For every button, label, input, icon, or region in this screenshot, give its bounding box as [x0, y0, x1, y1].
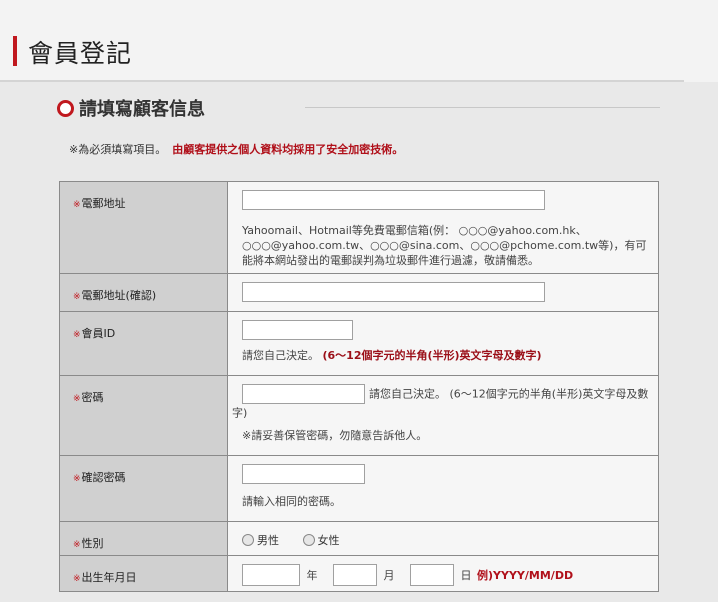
member-id-label-text: 會員ID [81, 327, 116, 340]
password-confirm-label: ※確認密碼 [59, 455, 228, 522]
gender-male-label: 男性 [257, 534, 279, 547]
member-id-note: 請您自己決定。 (6～12個字元的半角(半形)英文字母及數字) [242, 348, 654, 363]
gender-female-label: 女性 [317, 534, 340, 547]
password-confirm-note: 請輸入相同的密碼。 [242, 495, 341, 508]
page-title: 會員登記 [28, 39, 133, 68]
birthday-label-text: 出生年月日 [81, 571, 137, 584]
birthday-label: ※出生年月日 [59, 555, 228, 592]
birthday-cell: 年 月 日 例)YYYY/MM/DD [227, 555, 659, 592]
row-member-id: ※會員ID 請您自己決定。 (6～12個字元的半角(半形)英文字母及數字) [59, 311, 659, 376]
required-mark: ※ [73, 474, 81, 484]
required-mark: ※ [73, 540, 81, 550]
row-email: ※電郵地址 Yahoomail、Hotmail等免費電郵信箱(例： ○○○@ya… [59, 181, 659, 274]
gender-cell: 男性 女性 [227, 521, 659, 556]
month-label: 月 [383, 569, 395, 582]
page-header: 會員登記 [0, 0, 718, 82]
required-mark: ※ [73, 200, 81, 210]
row-password-confirm: ※確認密碼 請輸入相同的密碼。 [59, 455, 659, 522]
email-input[interactable] [242, 190, 545, 210]
birth-day-input[interactable] [410, 564, 454, 586]
member-id-input[interactable] [242, 320, 353, 340]
birth-year-input[interactable] [242, 564, 300, 586]
required-mark: ※ [73, 292, 81, 302]
password-input[interactable] [242, 384, 365, 404]
email-cell: Yahoomail、Hotmail等免費電郵信箱(例： ○○○@yahoo.co… [227, 181, 659, 274]
required-notice-text: ※為必須填寫項目。 [69, 143, 167, 156]
header-accent-bar [13, 36, 17, 66]
member-id-note-prefix: 請您自己決定。 [242, 349, 319, 362]
required-notice: ※為必須填寫項目。 由顧客提供之個人資料均採用了安全加密技術。 [69, 141, 403, 157]
row-gender: ※性別 男性 女性 [59, 521, 659, 556]
gender-label: ※性別 [59, 521, 228, 556]
birthday-format-example: 例)YYYY/MM/DD [477, 569, 574, 582]
password-warning: ※請妥善保管密碼，勿隨意告訴他人。 [242, 428, 428, 442]
required-mark: ※ [73, 330, 81, 340]
registration-form: ※電郵地址 Yahoomail、Hotmail等免費電郵信箱(例： ○○○@ya… [59, 181, 659, 592]
secure-notice-text: 由顧客提供之個人資料均採用了安全加密技術。 [172, 143, 404, 156]
password-confirm-cell: 請輸入相同的密碼。 [227, 455, 659, 522]
email-confirm-input[interactable] [242, 282, 545, 302]
member-id-cell: 請您自己決定。 (6～12個字元的半角(半形)英文字母及數字) [227, 311, 659, 376]
day-label: 日 [460, 569, 472, 582]
password-line: 請您自己決定。 (6～12個字元的半角(半形)英文字母及數字) [232, 384, 654, 422]
email-confirm-label: ※電郵地址(確認) [59, 273, 228, 312]
member-id-label: ※會員ID [59, 311, 228, 376]
email-note: Yahoomail、Hotmail等免費電郵信箱(例： ○○○@yahoo.co… [242, 224, 647, 267]
row-birthday: ※出生年月日 年 月 日 例)YYYY/MM/DD [59, 555, 659, 592]
section-divider [305, 107, 660, 108]
gender-label-text: 性別 [81, 537, 104, 550]
email-confirm-cell [227, 273, 659, 312]
birth-month-input[interactable] [333, 564, 377, 586]
row-email-confirm: ※電郵地址(確認) [59, 273, 659, 312]
email-confirm-label-text: 電郵地址(確認) [81, 289, 157, 302]
year-label: 年 [306, 569, 318, 582]
header-divider [0, 80, 684, 82]
registration-page: 會員登記 請填寫顧客信息 ※為必須填寫項目。 由顧客提供之個人資料均採用了安全加密… [0, 0, 718, 602]
password-cell: 請您自己決定。 (6～12個字元的半角(半形)英文字母及數字) ※請妥善保管密碼… [227, 375, 659, 456]
password-label: ※密碼 [59, 375, 228, 456]
required-mark: ※ [73, 574, 81, 584]
required-mark: ※ [73, 394, 81, 404]
password-label-text: 密碼 [81, 391, 104, 404]
password-confirm-label-text: 確認密碼 [81, 471, 126, 484]
member-id-note-rule: (6～12個字元的半角(半形)英文字母及數字) [322, 349, 542, 362]
password-confirm-input[interactable] [242, 464, 365, 484]
gender-female-radio[interactable] [302, 534, 315, 546]
row-password: ※密碼 請您自己決定。 (6～12個字元的半角(半形)英文字母及數字) ※請妥善… [59, 375, 659, 456]
email-label: ※電郵地址 [59, 181, 228, 274]
section-title: 請填寫顧客信息 [79, 99, 205, 120]
gender-male-radio[interactable] [242, 534, 254, 546]
section-bullet-icon [57, 100, 74, 117]
email-label-text: 電郵地址 [81, 197, 126, 210]
